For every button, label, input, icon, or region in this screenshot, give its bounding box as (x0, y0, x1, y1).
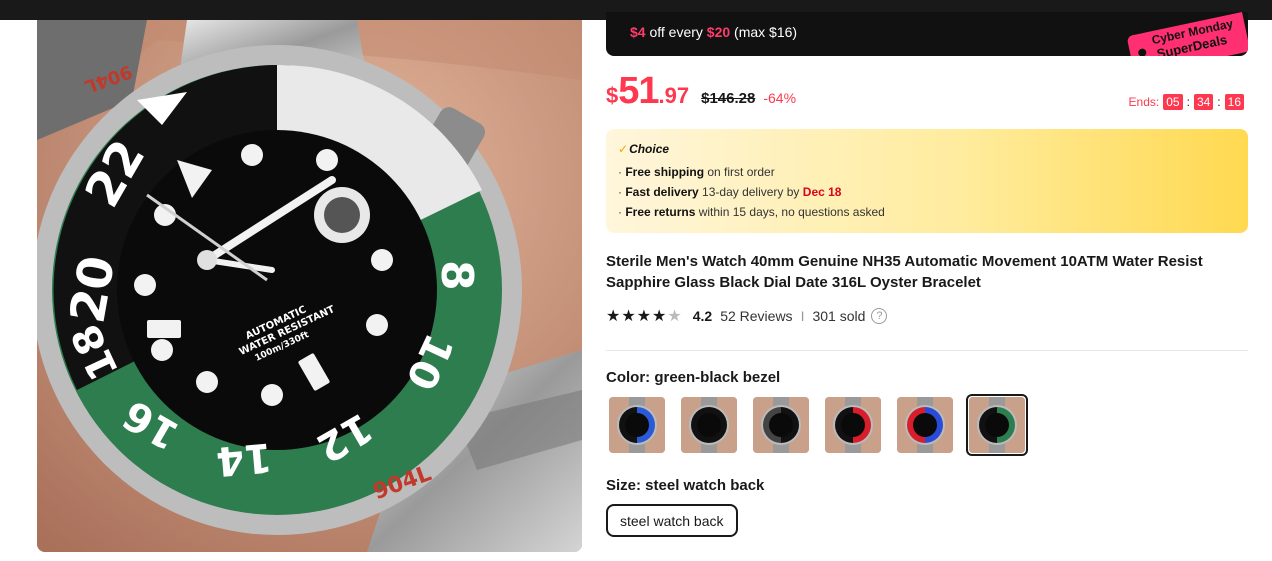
original-price: $146.28 (701, 90, 756, 107)
watch-photo: 20 22 8 10 12 14 16 18 904L 904L AUTOMAT… (37, 20, 582, 552)
countdown-seconds: 16 (1224, 94, 1244, 110)
countdown-colon: : (1186, 95, 1190, 109)
star-rating: ★ ★ ★ ★ ★ (606, 306, 683, 326)
cyber-monday-tag: Cyber Monday SuperDeals (1126, 12, 1248, 56)
countdown-colon: : (1217, 95, 1221, 109)
product-title: Sterile Men's Watch 40mm Genuine NH35 Au… (606, 253, 1203, 291)
swatch-image (753, 397, 809, 453)
check-icon: ✓ (618, 142, 629, 156)
color-swatch-red-black-bezel[interactable] (822, 394, 884, 456)
tag-hole-icon (1137, 47, 1148, 56)
bezel-number: 14 (214, 433, 273, 484)
color-swatch-blue-red-bezel[interactable] (894, 394, 956, 456)
benefit-delivery-text: 13-day delivery by (698, 185, 803, 199)
promo-amount: $4 (630, 24, 646, 40)
color-swatches (606, 394, 1038, 456)
swatch-image (609, 397, 665, 453)
price-currency: $ (606, 83, 619, 108)
star-icon: ★ (621, 308, 636, 325)
size-option-button[interactable]: steel watch back (606, 504, 738, 537)
benefit-returns-title: Free returns (625, 205, 696, 219)
swatch-image (897, 397, 953, 453)
rating-value: 4.2 (692, 308, 713, 324)
swatch-image (969, 397, 1025, 453)
promo-label: off every (645, 24, 707, 40)
choice-badge-label: Choice (629, 142, 670, 156)
delivery-date: Dec 18 (802, 185, 842, 199)
promo-text: $4 off every $20 (max $16) (630, 24, 797, 40)
color-label: Color: green-black bezel (606, 369, 781, 386)
price-integer: 51 (618, 70, 659, 112)
countdown-label: Ends: (1128, 95, 1160, 109)
help-icon[interactable]: ? (871, 308, 888, 324)
star-outline-icon: ★ (667, 308, 682, 325)
rating-row: ★ ★ ★ ★ ★ 4.2 52 Reviews I 301 sold ? (606, 306, 888, 326)
discount-badge: -64% (763, 90, 797, 106)
benefit-shipping-title: Free shipping (625, 165, 705, 179)
price-decimal: .97 (658, 83, 690, 108)
countdown-hours: 05 (1163, 94, 1183, 110)
countdown-minutes: 34 (1193, 94, 1214, 110)
reviews-link[interactable]: 52 Reviews (720, 308, 792, 324)
divider (606, 350, 1248, 351)
product-main-image[interactable]: 20 22 8 10 12 14 16 18 904L 904L AUTOMAT… (37, 20, 582, 552)
swatch-image (681, 397, 737, 453)
choice-badge: ✓Choice (618, 142, 669, 156)
benefit-shipping-text: on first order (704, 165, 775, 179)
countdown-timer: Ends: 05 : 34 : 16 (1129, 94, 1248, 110)
benefit-returns-text: within 15 days, no questions asked (695, 205, 885, 219)
sold-count: 301 sold (812, 308, 866, 324)
choice-benefits-box[interactable]: ✓Choice · Free shipping on first order ·… (606, 129, 1248, 233)
swatch-image (825, 397, 881, 453)
benefit-delivery: · Fast delivery 13-day delivery by Dec 1… (618, 185, 842, 199)
rating-separator: I (800, 308, 805, 324)
color-swatch-blue-black-bezel[interactable] (606, 394, 668, 456)
star-icon: ★ (606, 308, 621, 325)
benefit-returns: · Free returns within 15 days, no questi… (618, 205, 885, 219)
benefit-delivery-title: Fast delivery (625, 185, 699, 199)
bezel-number: 8 (431, 260, 482, 291)
size-label: Size: steel watch back (606, 477, 765, 494)
star-icon: ★ (636, 308, 652, 325)
color-swatch-green-black-bezel[interactable] (966, 394, 1028, 456)
bezel-number: 20 (60, 252, 127, 328)
color-swatch-black-grey-bezel[interactable] (750, 394, 812, 456)
promo-threshold: $20 (706, 24, 731, 40)
benefit-shipping: · Free shipping on first order (618, 165, 775, 179)
promo-max: (max $16) (730, 24, 798, 40)
color-swatch-black-bezel[interactable] (678, 394, 740, 456)
promo-banner[interactable]: $4 off every $20 (max $16) Cyber Monday … (606, 12, 1248, 56)
star-icon: ★ (652, 308, 667, 325)
price-row: $ 51 .97 $146.28 -64% (606, 70, 796, 113)
